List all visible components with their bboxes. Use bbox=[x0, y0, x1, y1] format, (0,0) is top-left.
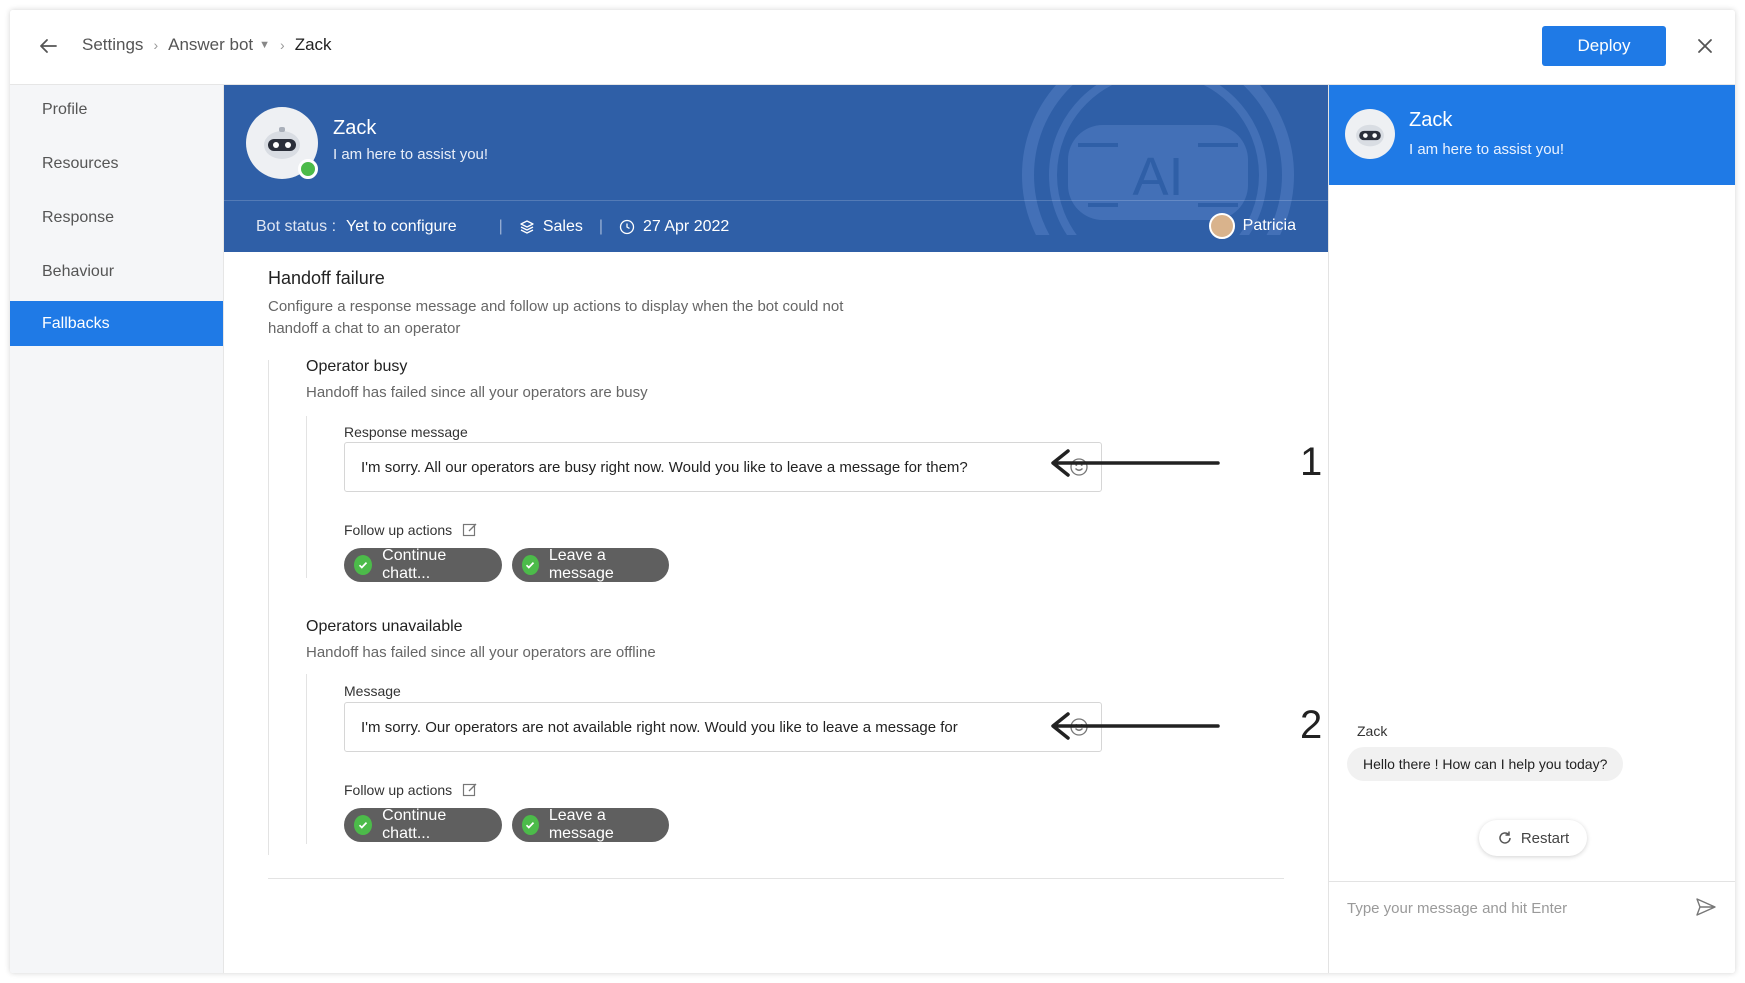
back-arrow-icon[interactable] bbox=[36, 34, 60, 58]
check-icon bbox=[354, 555, 373, 575]
owner: Patricia bbox=[1208, 213, 1296, 239]
bot-tagline: I am here to assist you! bbox=[333, 146, 489, 163]
message-bubble: Hello there ! How can I help you today? bbox=[1347, 747, 1624, 781]
message-input[interactable] bbox=[361, 703, 1051, 751]
layers-icon bbox=[519, 219, 535, 235]
action-chip-continue[interactable]: Continue chatt... bbox=[344, 547, 502, 582]
bot-banner: AI Zack I am here to assist you! Bot sta… bbox=[224, 85, 1328, 252]
breadcrumb-answer-bot[interactable]: Answer bot bbox=[168, 35, 253, 55]
caret-down-icon[interactable]: ▼ bbox=[259, 39, 270, 51]
created-date: 27 Apr 2022 bbox=[643, 217, 730, 235]
preview-header: Zack I am here to assist you! bbox=[1329, 85, 1735, 185]
section-rule bbox=[268, 360, 269, 855]
annotation-arrow-icon bbox=[1051, 449, 1220, 477]
action-chip-leave-message[interactable]: Leave a message bbox=[512, 807, 669, 842]
deploy-button[interactable]: Deploy bbox=[1542, 26, 1666, 66]
bot-name: Zack bbox=[333, 117, 377, 139]
operator-busy-description: Handoff has failed since all your operat… bbox=[306, 384, 648, 401]
close-icon[interactable] bbox=[1695, 36, 1715, 56]
operators-unavailable-description: Handoff has failed since all your operat… bbox=[306, 644, 656, 661]
check-icon bbox=[522, 815, 539, 835]
send-icon[interactable] bbox=[1695, 896, 1717, 918]
bot-status-value: Yet to configure bbox=[346, 217, 457, 235]
department: Sales bbox=[542, 217, 583, 235]
breadcrumb-current: Zack bbox=[294, 35, 332, 54]
divider: | bbox=[498, 217, 503, 235]
sidebar-item-behaviour[interactable]: Behaviour bbox=[10, 247, 223, 297]
edit-icon[interactable] bbox=[462, 782, 478, 798]
preview-bot-name: Zack bbox=[1409, 109, 1453, 131]
settings-sidebar: Profile Resources Response Behaviour Fal… bbox=[10, 85, 224, 973]
message-field bbox=[344, 702, 1102, 752]
restart-label: Restart bbox=[1520, 829, 1570, 847]
bottom-divider bbox=[268, 878, 1284, 879]
divider: | bbox=[598, 217, 603, 235]
subsection-rule bbox=[306, 416, 307, 578]
follow-up-text: Follow up actions bbox=[344, 782, 453, 798]
action-chip-continue[interactable]: Continue chatt... bbox=[344, 807, 502, 842]
chevron-right-icon: › bbox=[280, 37, 285, 53]
operators-unavailable-title: Operators unavailable bbox=[306, 618, 463, 635]
sidebar-item-response[interactable]: Response bbox=[10, 193, 223, 243]
check-icon bbox=[522, 555, 539, 575]
owner-avatar bbox=[1208, 213, 1235, 239]
section-title: Handoff failure bbox=[268, 268, 385, 288]
action-chip-leave-message[interactable]: Leave a message bbox=[512, 547, 669, 582]
message-label: Message bbox=[344, 683, 401, 699]
annotation-number: 2 bbox=[1300, 703, 1323, 747]
response-message-label: Response message bbox=[344, 424, 468, 440]
follow-up-label: Follow up actions bbox=[344, 782, 478, 798]
preview-bot-tagline: I am here to assist you! bbox=[1409, 141, 1565, 158]
chat-input[interactable] bbox=[1347, 890, 1667, 926]
chevron-right-icon: › bbox=[153, 37, 159, 53]
restart-button[interactable]: Restart bbox=[1479, 820, 1587, 856]
action-chip-label: Leave a message bbox=[548, 807, 614, 842]
svg-text:AI: AI bbox=[1132, 147, 1183, 207]
robot-icon bbox=[264, 127, 300, 159]
sidebar-item-profile[interactable]: Profile bbox=[10, 85, 223, 135]
check-icon bbox=[354, 815, 373, 835]
clock-icon bbox=[619, 219, 635, 235]
message-sender: Zack bbox=[1357, 723, 1388, 739]
message-input-bar bbox=[1329, 881, 1735, 973]
operator-busy-title: Operator busy bbox=[306, 358, 408, 375]
follow-up-label: Follow up actions bbox=[344, 522, 478, 538]
breadcrumb: Settings › Answer bot ▼ › Zack bbox=[82, 35, 332, 55]
edit-icon[interactable] bbox=[462, 522, 478, 538]
sidebar-item-resources[interactable]: Resources bbox=[10, 139, 223, 189]
annotation-number: 1 bbox=[1300, 440, 1323, 484]
top-bar: Settings › Answer bot ▼ › Zack Deploy bbox=[10, 10, 1735, 85]
preview-bot-avatar bbox=[1345, 109, 1395, 159]
bot-status-label: Bot status : bbox=[256, 217, 337, 235]
subsection-rule bbox=[306, 674, 307, 844]
response-message-input[interactable] bbox=[361, 443, 1051, 491]
app-window: Settings › Answer bot ▼ › Zack Deploy Pr… bbox=[10, 10, 1735, 973]
chat-preview: Zack I am here to assist you! Zack Hello… bbox=[1328, 85, 1735, 973]
breadcrumb-settings[interactable]: Settings bbox=[82, 35, 143, 55]
action-chip-label: Leave a message bbox=[548, 547, 614, 582]
action-chip-label: Continue chatt... bbox=[382, 547, 447, 582]
owner-name: Patricia bbox=[1242, 217, 1296, 234]
follow-up-text: Follow up actions bbox=[344, 522, 453, 538]
bot-meta-bar: Bot status : Yet to configure | Sales | … bbox=[224, 200, 1328, 252]
fallbacks-content: Handoff failure Configure a response mes… bbox=[224, 252, 1328, 973]
online-status-dot bbox=[298, 159, 318, 179]
response-message-field bbox=[344, 442, 1102, 492]
sidebar-item-fallbacks[interactable]: Fallbacks bbox=[10, 301, 223, 346]
action-chip-label: Continue chatt... bbox=[382, 807, 447, 842]
robot-icon bbox=[1356, 124, 1384, 147]
section-description: Configure a response message and follow … bbox=[268, 298, 844, 337]
refresh-icon bbox=[1497, 830, 1513, 846]
annotation-arrow-icon bbox=[1051, 712, 1220, 740]
